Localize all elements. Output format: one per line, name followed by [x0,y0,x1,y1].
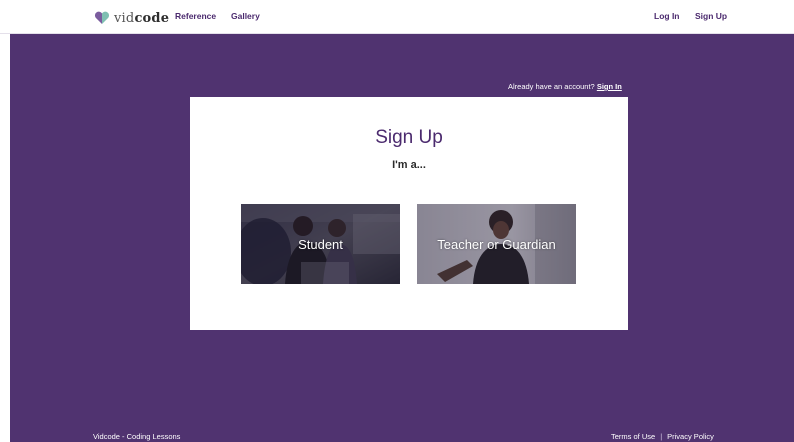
nav-reference-link[interactable]: Reference [175,11,216,21]
student-option-button[interactable]: Student [241,204,400,284]
nav-log-in-link[interactable]: Log In [654,11,680,21]
page: vidcode Reference Gallery Log In Sign Up… [0,0,794,442]
logo-wordmark: vidcode [114,10,170,26]
nav-gallery-link[interactable]: Gallery [231,11,260,21]
signup-title: Sign Up [375,127,443,148]
signup-card: Sign Up I'm a... Student Teacher or Guar… [190,97,628,330]
footer-links: Terms of Use | Privacy Policy [611,432,714,441]
student-option-label: Student [298,236,343,252]
account-prompt: Already have an account? Sign In [508,82,622,91]
signup-subtitle: I'm a... [392,159,426,171]
terms-of-use-link[interactable]: Terms of Use [611,432,655,441]
footer-brand-text: Vidcode - Coding Lessons [93,432,181,441]
vidcode-logo[interactable]: vidcode [94,9,169,27]
sign-in-link[interactable]: Sign In [597,82,622,91]
teacher-guardian-option-button[interactable]: Teacher or Guardian [417,204,576,284]
nav-sign-up-link[interactable]: Sign Up [695,11,727,21]
privacy-policy-link[interactable]: Privacy Policy [667,432,714,441]
heart-icon [94,11,110,24]
account-prompt-text: Already have an account? [508,82,597,91]
top-navigation: vidcode Reference Gallery Log In Sign Up [0,0,794,34]
teacher-guardian-option-label: Teacher or Guardian [437,236,556,252]
footer-separator: | [660,432,663,441]
